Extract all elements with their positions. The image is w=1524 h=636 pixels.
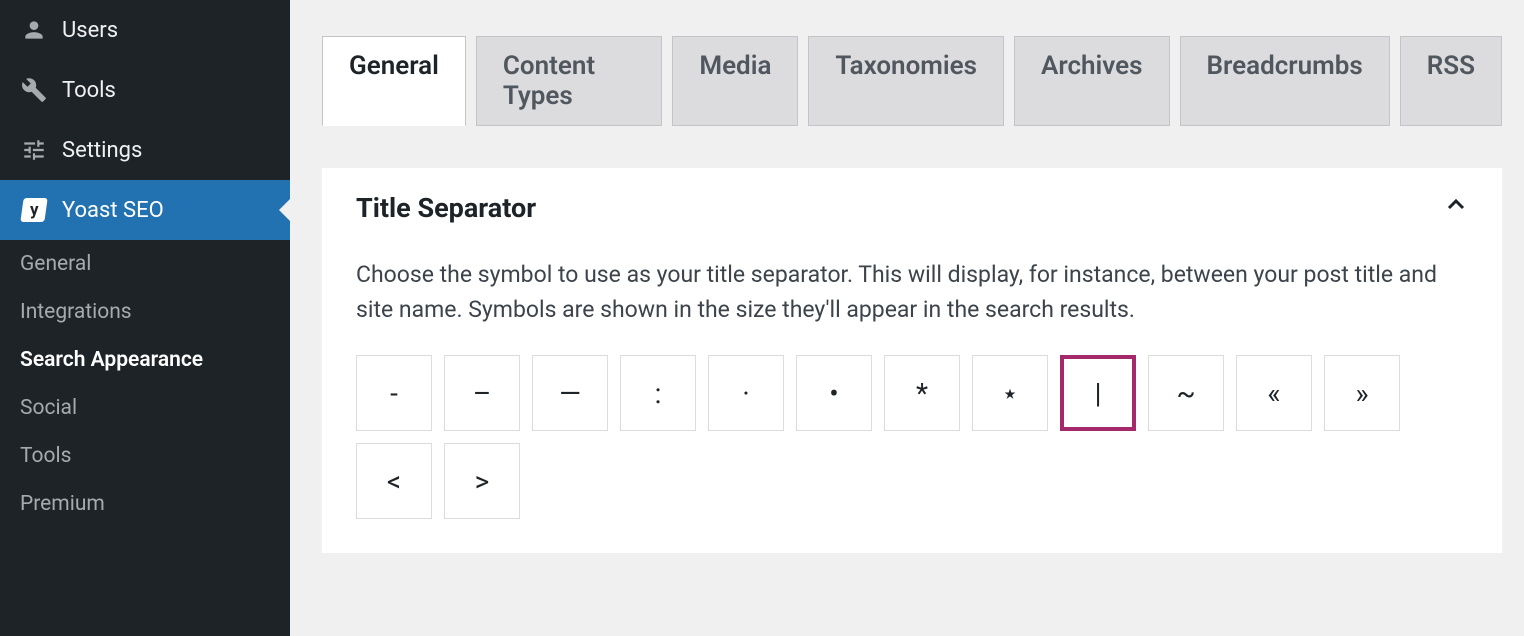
tab-general[interactable]: General [322, 36, 466, 126]
sidebar-item-settings[interactable]: Settings [0, 120, 290, 180]
sidebar-subitem-premium[interactable]: Premium [0, 480, 290, 528]
panel-header[interactable]: Title Separator [356, 192, 1468, 230]
separator-options: -–—:·•*⋆|~«» <> [356, 355, 1468, 519]
sidebar-item-label: Users [62, 18, 118, 43]
settings-icon [20, 136, 48, 164]
tab-content-types[interactable]: Content Types [476, 36, 662, 126]
sidebar-subitem-integrations[interactable]: Integrations [0, 288, 290, 336]
settings-tabs: General Content Types Media Taxonomies A… [322, 36, 1502, 126]
separator-option-asterisk[interactable]: * [884, 355, 960, 431]
users-icon [20, 16, 48, 44]
panel-description: Choose the symbol to use as your title s… [356, 258, 1468, 327]
separator-option-laquo[interactable]: « [1236, 355, 1312, 431]
tab-rss[interactable]: RSS [1400, 36, 1502, 126]
tab-taxonomies[interactable]: Taxonomies [808, 36, 1004, 126]
main-content: General Content Types Media Taxonomies A… [290, 0, 1524, 636]
separator-option-tilde[interactable]: ~ [1148, 355, 1224, 431]
separator-option-dash[interactable]: - [356, 355, 432, 431]
separator-option-bullet[interactable]: • [796, 355, 872, 431]
separator-option-middot[interactable]: · [708, 355, 784, 431]
sidebar-subitem-general[interactable]: General [0, 240, 290, 288]
sidebar-item-label: Yoast SEO [62, 198, 164, 223]
separator-option-gt[interactable]: > [444, 443, 520, 519]
admin-sidebar: Users Tools Settings y Yoast SEO General… [0, 0, 290, 636]
tab-archives[interactable]: Archives [1014, 36, 1170, 126]
separator-option-lt[interactable]: < [356, 443, 432, 519]
sidebar-subitem-tools[interactable]: Tools [0, 432, 290, 480]
yoast-icon: y [20, 196, 48, 224]
sidebar-item-yoast-seo[interactable]: y Yoast SEO [0, 180, 290, 240]
separator-option-raquo[interactable]: » [1324, 355, 1400, 431]
sidebar-item-users[interactable]: Users [0, 0, 290, 60]
separator-option-ndash[interactable]: – [444, 355, 520, 431]
separator-option-mdash[interactable]: — [532, 355, 608, 431]
separator-option-star[interactable]: ⋆ [972, 355, 1048, 431]
tab-media[interactable]: Media [672, 36, 798, 126]
panel-title: Title Separator [356, 192, 536, 224]
tools-icon [20, 76, 48, 104]
chevron-up-icon [1444, 193, 1468, 223]
sidebar-subitem-search-appearance[interactable]: Search Appearance [0, 336, 290, 384]
sidebar-item-label: Settings [62, 138, 142, 163]
separator-option-pipe[interactable]: | [1060, 355, 1136, 431]
title-separator-panel: Title Separator Choose the symbol to use… [322, 168, 1502, 553]
sidebar-item-tools[interactable]: Tools [0, 60, 290, 120]
sidebar-subitem-social[interactable]: Social [0, 384, 290, 432]
tab-breadcrumbs[interactable]: Breadcrumbs [1180, 36, 1390, 126]
sidebar-submenu: General Integrations Search Appearance S… [0, 240, 290, 528]
separator-option-colon[interactable]: : [620, 355, 696, 431]
sidebar-item-label: Tools [62, 78, 116, 103]
